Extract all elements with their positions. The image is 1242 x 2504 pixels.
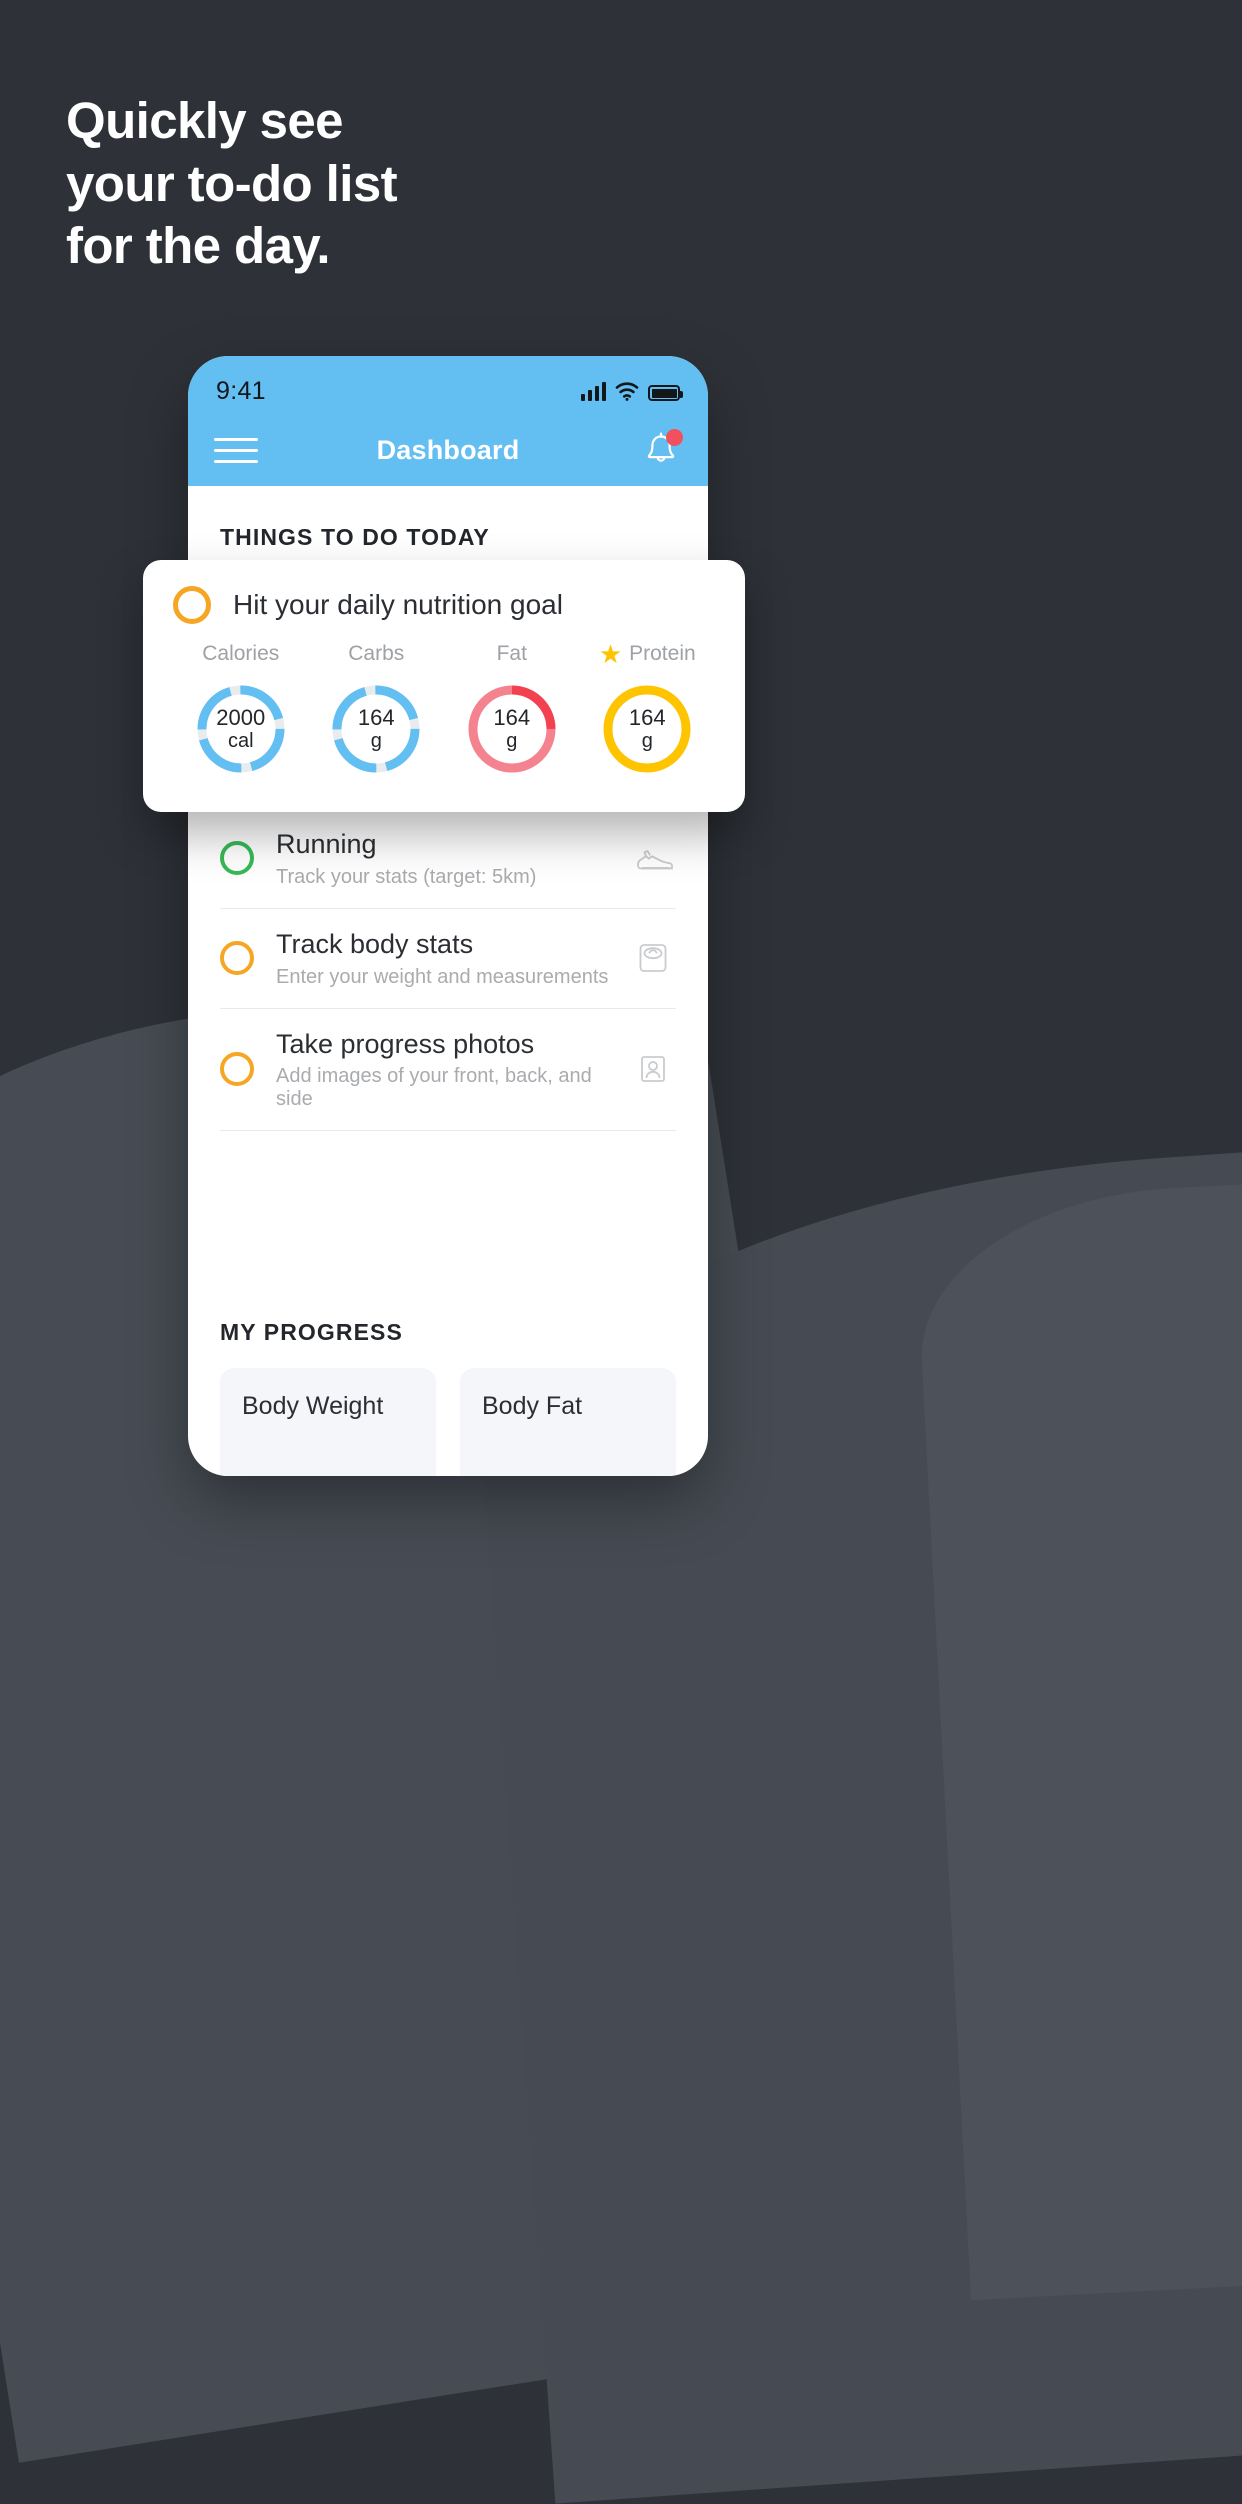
macro-calories[interactable]: Calories 2000 cal: [173, 640, 309, 778]
macro-value: 164 g: [598, 680, 696, 778]
notification-badge-dot: [666, 429, 683, 446]
circle-checkbox-icon[interactable]: [173, 586, 211, 624]
macro-progress-ring: 164 g: [598, 680, 696, 778]
status-bar: 9:41: [188, 356, 708, 414]
task-subtitle: Add images of your front, back, and side: [276, 1065, 592, 1111]
weight-scale-icon: [632, 937, 674, 979]
progress-card-body-weight[interactable]: Body Weight 100 kg: [220, 1368, 436, 1476]
promo-headline: Quickly see your to-do list for the day.: [66, 90, 398, 278]
macro-progress-ring: 2000 cal: [192, 680, 290, 778]
running-shoe-icon: [632, 837, 674, 879]
macro-number: 2000: [216, 705, 266, 731]
macro-number: 164: [493, 705, 531, 731]
task-row-progress-photos[interactable]: Take progress photos Add images of your …: [220, 1009, 676, 1132]
background-band-right-inner: [913, 1179, 1242, 2301]
macro-number: 164: [628, 705, 666, 731]
circle-checkbox-icon[interactable]: [220, 1052, 254, 1087]
macro-number: 164: [357, 705, 395, 731]
circle-checkbox-icon[interactable]: [220, 941, 254, 976]
macro-value: 164 g: [463, 680, 561, 778]
macro-value: 2000 cal: [192, 680, 290, 778]
app-bar: Dashboard: [188, 414, 708, 486]
task-subtitle: Enter your weight and measurements: [276, 965, 609, 988]
headline-line-2: your to-do list: [66, 154, 398, 212]
task-row-running[interactable]: Running Track your stats (target: 5km): [220, 809, 676, 909]
progress-card-body-fat[interactable]: Body Fat 23 %: [460, 1368, 676, 1476]
hamburger-menu-icon[interactable]: [214, 437, 258, 463]
status-icons: [580, 381, 683, 401]
headline-line-1: Quickly see: [66, 92, 344, 149]
progress-card-grid: Body Weight 100 kg: [220, 1368, 676, 1476]
notifications-button[interactable]: [640, 429, 683, 471]
task-title: Take progress photos: [276, 1028, 535, 1059]
macro-carbs[interactable]: Carbs 164 g: [309, 640, 445, 778]
task-text: Track body stats Enter your weight and m…: [276, 928, 610, 989]
person-photo-icon: [632, 1048, 674, 1090]
task-title: Running: [276, 829, 377, 859]
macro-value: 164 g: [327, 680, 425, 778]
task-subtitle: Track your stats (target: 5km): [276, 865, 537, 888]
nutrition-card-header: Hit your daily nutrition goal: [173, 586, 715, 624]
status-time: 9:41: [216, 376, 266, 405]
macro-label-row: Carbs: [348, 640, 404, 668]
page-title: Dashboard: [376, 434, 520, 465]
macro-unit: g: [641, 730, 653, 753]
macro-label: Protein: [629, 642, 696, 665]
macro-label: Calories: [202, 642, 280, 665]
macro-label-row: ★ Protein: [599, 640, 696, 668]
macro-ring-grid: Calories 2000 cal Carbs 164 g Fat 164 g …: [173, 640, 715, 778]
macro-unit: cal: [227, 730, 254, 753]
section-title-progress: MY PROGRESS: [220, 1319, 403, 1346]
macro-progress-ring: 164 g: [463, 680, 561, 778]
phone-mockup: 9:41 Dashboard THINGS TO DO TODAY Runnin…: [188, 356, 708, 1476]
nutrition-goal-card[interactable]: Hit your daily nutrition goal Calories 2…: [143, 560, 745, 812]
battery-icon: [648, 385, 683, 401]
task-title: Track body stats: [276, 928, 474, 959]
macro-label-row: Fat: [497, 640, 527, 668]
macro-unit: g: [506, 730, 518, 753]
task-text: Take progress photos Add images of your …: [276, 1028, 610, 1112]
headline-line-3: for the day.: [66, 217, 330, 275]
macro-protein[interactable]: ★ Protein 164 g: [580, 640, 716, 778]
nutrition-card-title: Hit your daily nutrition goal: [233, 589, 563, 620]
task-row-track-body-stats[interactable]: Track body stats Enter your weight and m…: [220, 909, 676, 1009]
circle-checkbox-icon[interactable]: [220, 841, 254, 876]
wifi-icon: [615, 382, 639, 401]
macro-label-row: Calories: [202, 640, 279, 668]
macro-label: Carbs: [348, 642, 405, 665]
macro-unit: g: [370, 730, 382, 753]
signal-bars-icon: [580, 381, 606, 401]
progress-card-title: Body Weight: [242, 1392, 384, 1421]
tasks-spacer: [220, 1131, 676, 1281]
macro-label: Fat: [496, 642, 527, 665]
task-text: Running Track your stats (target: 5km): [276, 828, 610, 889]
section-title-todo: THINGS TO DO TODAY: [220, 524, 490, 550]
progress-card-title: Body Fat: [482, 1392, 583, 1421]
macro-fat[interactable]: Fat 164 g: [444, 640, 580, 778]
macro-progress-ring: 164 g: [327, 680, 425, 778]
star-icon: ★: [598, 639, 623, 669]
